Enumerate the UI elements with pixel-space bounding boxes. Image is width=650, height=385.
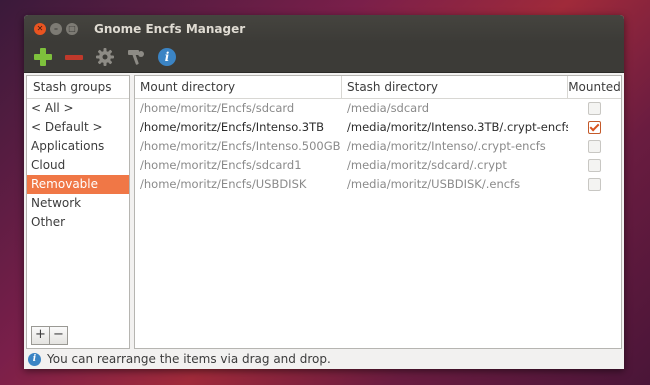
stash-groups-panel: Stash groups < All > < Default > Applica… [26,75,130,349]
toolbar: i [24,42,624,73]
stash-directory-cell: /media/moritz/sdcard/.crypt [347,158,507,172]
mounted-checkbox[interactable] [588,102,601,115]
group-item-other[interactable]: Other [27,213,129,232]
group-item-network[interactable]: Network [27,194,129,213]
table-row[interactable]: /home/moritz/Encfs/sdcard /media/sdcard [135,99,621,118]
app-window: ✕ – □ Gnome Encfs Manager i Stash groups… [24,15,624,369]
minimize-icon[interactable]: – [50,22,62,35]
tools-icon[interactable] [125,46,147,68]
gear-icon[interactable] [94,46,116,68]
add-icon[interactable] [32,46,54,68]
group-item-cloud[interactable]: Cloud [27,156,129,175]
status-bar: i You can rearrange the items via drag a… [24,349,624,369]
info-icon[interactable]: i [156,46,178,68]
info-icon: i [28,352,41,366]
table-row[interactable]: /home/moritz/Encfs/sdcard1 /media/moritz… [135,156,621,175]
mounted-checkbox[interactable] [588,178,601,191]
maximize-icon[interactable]: □ [66,22,78,35]
stash-directory-cell: /media/sdcard [347,101,430,115]
mount-directory-cell: /home/moritz/Encfs/Intenso.3TB [140,120,324,134]
stash-directory-cell: /media/moritz/Intenso.3TB/.crypt-encfs [347,120,568,134]
column-stash-directory[interactable]: Stash directory [342,76,568,98]
title-bar: ✕ – □ Gnome Encfs Manager [24,15,624,42]
group-item-all[interactable]: < All > [27,99,129,118]
add-group-button[interactable]: + [31,326,50,345]
close-icon[interactable]: ✕ [34,22,46,35]
stash-directory-cell: /media/moritz/USBDISK/.encfs [347,177,521,191]
stash-table: Mount directory Stash directory Mounted … [134,75,622,349]
mount-directory-cell: /home/moritz/Encfs/USBDISK [140,177,307,191]
stash-directory-cell: /media/moritz/Intenso/.crypt-encfs [347,139,546,153]
column-mount-directory[interactable]: Mount directory [135,76,342,98]
group-item-applications[interactable]: Applications [27,137,129,156]
window-title: Gnome Encfs Manager [94,21,246,36]
status-text: You can rearrange the items via drag and… [47,352,331,366]
mounted-checkbox[interactable] [588,140,601,153]
table-row[interactable]: /home/moritz/Encfs/USBDISK /media/moritz… [135,175,621,194]
group-item-default[interactable]: < Default > [27,118,129,137]
mounted-checkbox[interactable] [588,159,601,172]
remove-group-button[interactable]: − [50,326,68,345]
table-row[interactable]: /home/moritz/Encfs/Intenso.500GB /media/… [135,137,621,156]
stash-groups-header: Stash groups [27,76,129,99]
mounted-checkbox[interactable] [588,121,601,134]
mount-directory-cell: /home/moritz/Encfs/sdcard1 [140,158,302,172]
column-mounted[interactable]: Mounted [568,76,621,98]
mount-directory-cell: /home/moritz/Encfs/Intenso.500GB [140,139,341,153]
table-row[interactable]: /home/moritz/Encfs/Intenso.3TB /media/mo… [135,118,621,137]
remove-icon[interactable] [63,46,85,68]
table-header: Mount directory Stash directory Mounted [135,76,621,99]
mount-directory-cell: /home/moritz/Encfs/sdcard [140,101,295,115]
group-item-removable[interactable]: Removable [27,175,129,194]
